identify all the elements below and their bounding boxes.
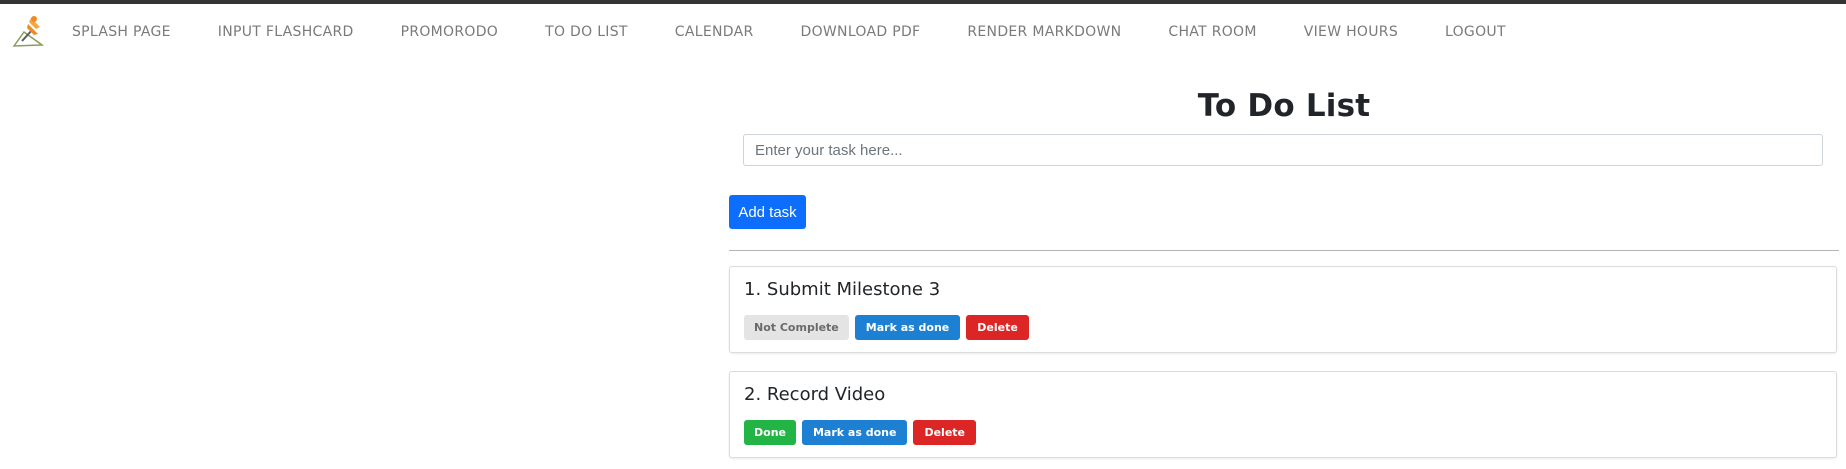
nav-item-splash-page[interactable]: SPLASH PAGE (72, 4, 171, 60)
nav-item-to-do-list[interactable]: TO DO LIST (545, 4, 628, 60)
navbar: SPLASH PAGE INPUT FLASHCARD PROMORODO TO… (0, 4, 1846, 60)
nav-item-download-pdf[interactable]: DOWNLOAD PDF (801, 4, 921, 60)
status-badge: Done (744, 420, 796, 445)
task-actions: Done Mark as done Delete (744, 420, 976, 445)
divider (729, 250, 1839, 251)
status-badge: Not Complete (744, 315, 849, 340)
nav-item-chat-room[interactable]: CHAT ROOM (1168, 4, 1256, 60)
page-title: To Do List (1197, 88, 1371, 124)
pushpin-logo-icon[interactable] (12, 14, 46, 48)
task-card: 2. Record Video Done Mark as done Delete (729, 371, 1837, 458)
mark-as-done-button[interactable]: Mark as done (854, 315, 961, 340)
todo-main: To Do List Add task 1. Submit Milestone … (729, 60, 1839, 458)
task-title: 2. Record Video (744, 384, 886, 405)
task-card: 1. Submit Milestone 3 Not Complete Mark … (729, 266, 1837, 353)
delete-button[interactable]: Delete (913, 420, 976, 445)
mark-as-done-button[interactable]: Mark as done (801, 420, 908, 445)
task-title: 1. Submit Milestone 3 (744, 279, 941, 300)
nav-item-input-flashcard[interactable]: INPUT FLASHCARD (218, 4, 354, 60)
nav-item-calendar[interactable]: CALENDAR (675, 4, 754, 60)
add-task-button[interactable]: Add task (729, 195, 806, 229)
nav-item-view-hours[interactable]: VIEW HOURS (1304, 4, 1398, 60)
delete-button[interactable]: Delete (966, 315, 1029, 340)
task-input[interactable] (743, 134, 1823, 166)
nav-item-promorodo[interactable]: PROMORODO (401, 4, 499, 60)
nav-item-logout[interactable]: LOGOUT (1445, 4, 1506, 60)
nav-item-render-markdown[interactable]: RENDER MARKDOWN (967, 4, 1121, 60)
task-actions: Not Complete Mark as done Delete (744, 315, 1029, 340)
nav-links: SPLASH PAGE INPUT FLASHCARD PROMORODO TO… (72, 4, 1553, 60)
